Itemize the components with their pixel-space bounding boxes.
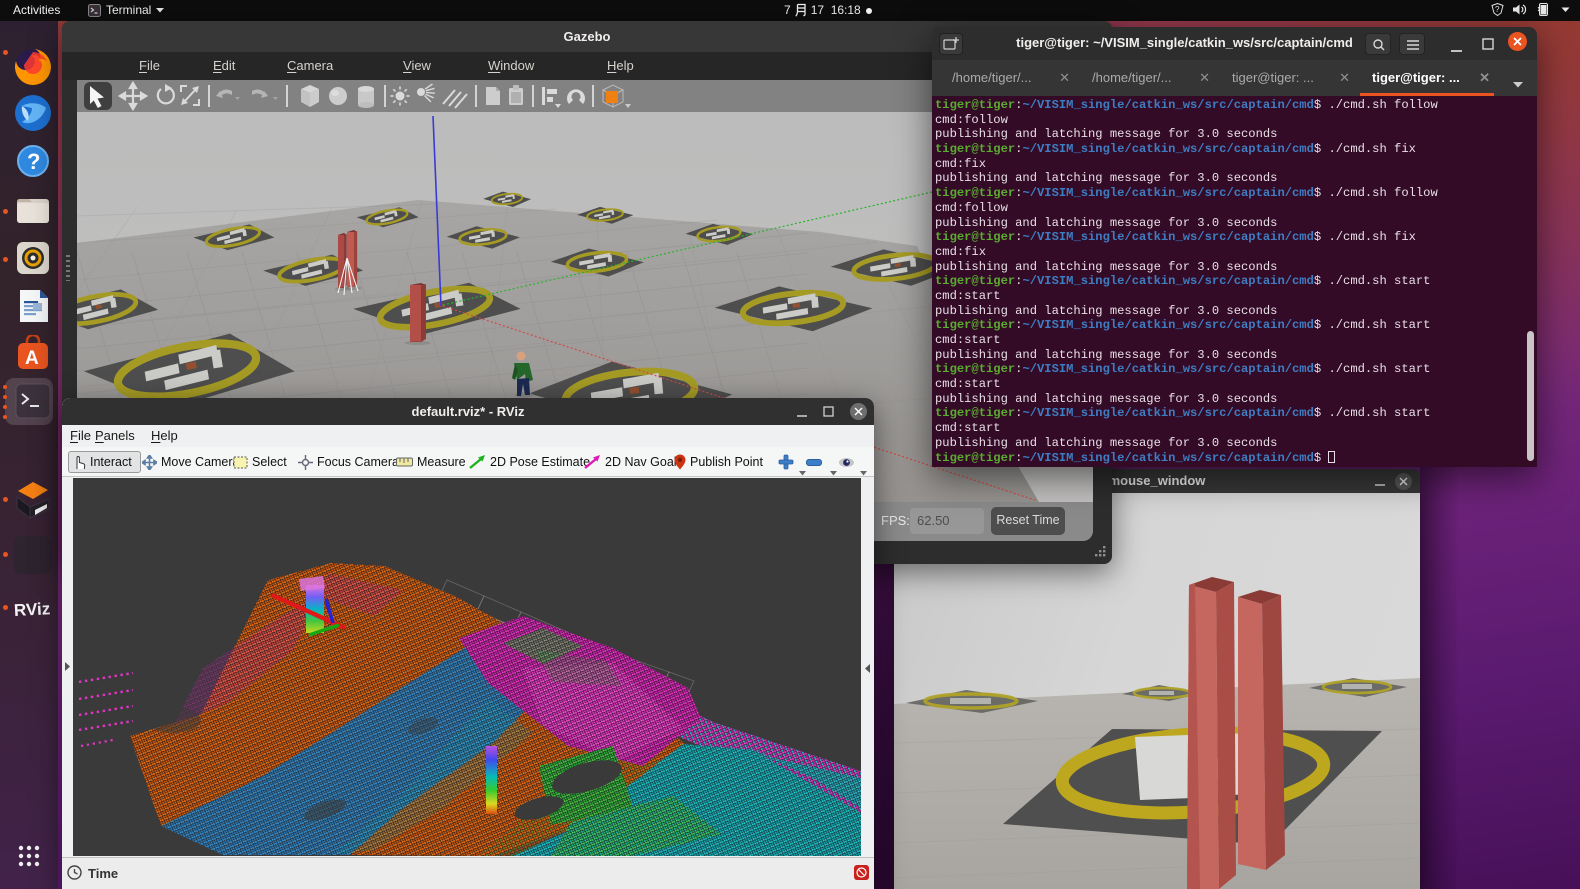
svg-text:?: ?: [27, 149, 40, 174]
svg-text:?: ?: [1495, 5, 1500, 14]
svg-text:RViz: RViz: [14, 599, 51, 620]
svg-text:A: A: [25, 348, 39, 369]
